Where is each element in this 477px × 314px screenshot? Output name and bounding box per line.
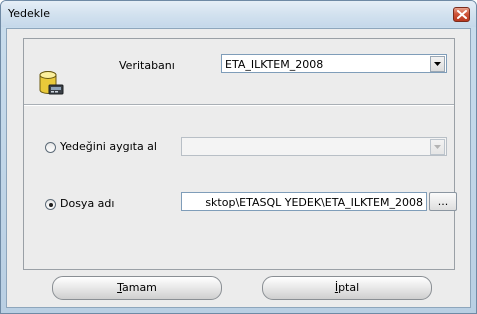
dialog-body: Veritabanı ETA_ILKTEM_2008 Yedeğini aygı… (6, 28, 471, 308)
window-title: Yedekle (8, 7, 50, 20)
device-option-label[interactable]: Yedeğini aygıta al (60, 140, 157, 153)
ok-button[interactable]: Tamam (52, 276, 222, 300)
close-button[interactable] (453, 7, 470, 22)
database-icon (39, 71, 64, 95)
chevron-down-icon (434, 145, 441, 149)
title-bar[interactable]: Yedekle (1, 1, 476, 27)
radio-selected-dot (48, 202, 53, 207)
device-radio[interactable] (45, 142, 56, 153)
group-divider (24, 104, 454, 106)
file-option-label[interactable]: Dosya adı (60, 197, 114, 210)
cancel-label: ptal (338, 281, 360, 294)
file-path-input[interactable]: sktop\ETASQL YEDEK\ETA_ILKTEM_2008 (181, 192, 427, 211)
close-icon (457, 10, 467, 19)
database-dropdown-button[interactable] (430, 56, 445, 72)
chevron-down-icon (434, 62, 441, 66)
database-label: Veritabanı (119, 59, 175, 72)
database-select-value: ETA_ILKTEM_2008 (225, 58, 324, 71)
file-radio[interactable] (45, 199, 56, 210)
file-path-value: sktop\ETASQL YEDEK\ETA_ILKTEM_2008 (205, 196, 423, 209)
browse-button[interactable]: ... (429, 192, 457, 211)
device-dropdown-button[interactable] (430, 139, 445, 155)
ok-label: amam (121, 281, 157, 294)
backup-dialog: Yedekle Veritabanı ETA_ILKTEM_2008 Yedeğ… (0, 0, 477, 314)
database-select[interactable]: ETA_ILKTEM_2008 (221, 54, 447, 73)
cancel-button[interactable]: İptal (262, 276, 432, 300)
device-select[interactable] (181, 137, 447, 156)
